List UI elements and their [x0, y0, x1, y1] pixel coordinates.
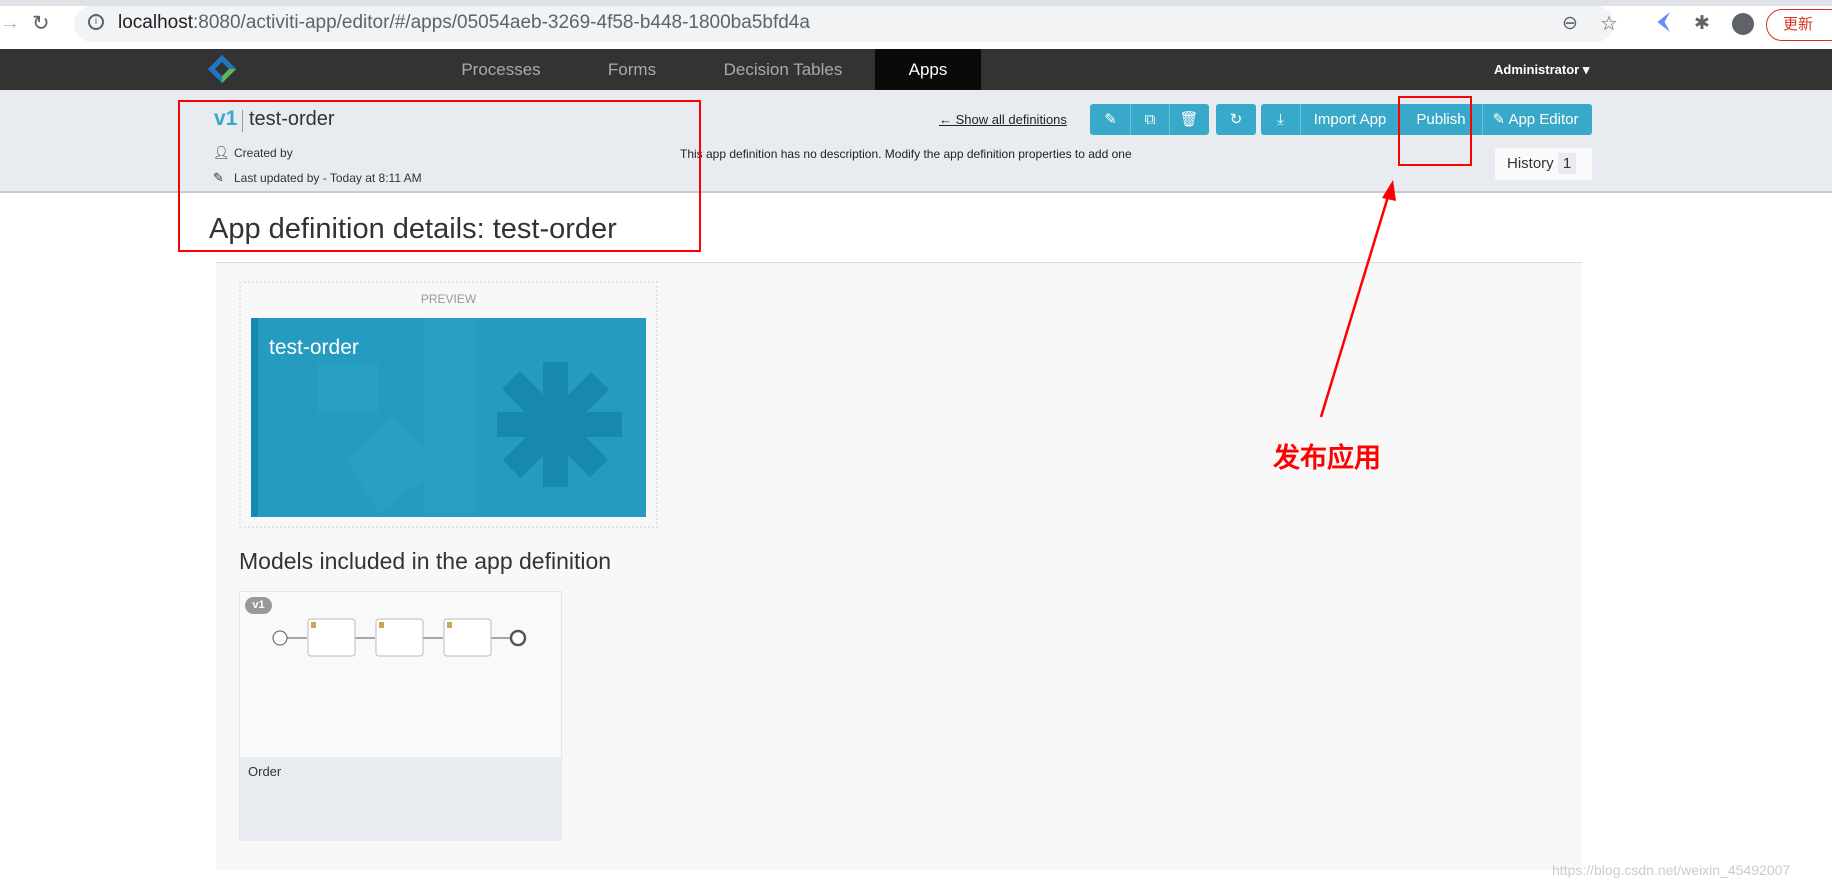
annotation-highlight-publish: [1398, 96, 1472, 166]
annotation-highlight-header: [178, 100, 701, 252]
url-host: localhost: [118, 12, 193, 33]
app-editor-button[interactable]: ✎ App Editor: [1483, 104, 1588, 135]
history-count: 1: [1557, 153, 1577, 174]
delete-button[interactable]: 🗑︎: [1170, 104, 1208, 135]
tab-apps[interactable]: Apps: [875, 49, 981, 90]
tile-name: test-order: [269, 336, 359, 359]
process-diagram-thumbnail: [272, 618, 527, 657]
user-task-icon: [379, 622, 384, 628]
import-app-button[interactable]: Import App: [1301, 104, 1400, 135]
edit-square-icon: ✎: [1492, 111, 1509, 128]
watermark: https://blog.csdn.net/weixin_45492007: [1552, 862, 1791, 878]
app-editor-label: App Editor: [1508, 111, 1579, 128]
model-card[interactable]: v1 Order: [239, 591, 562, 841]
share-icon: ↻: [1229, 111, 1243, 128]
annotation-arrow-icon: [1319, 180, 1396, 418]
tab-processes[interactable]: Processes: [450, 49, 552, 90]
url-path: :8080/activiti-app/editor/#/apps/05054ae…: [193, 12, 810, 33]
user-name: Administrator: [1494, 62, 1580, 77]
forward-icon[interactable]: →: [0, 12, 20, 35]
reload-icon[interactable]: ↻: [32, 11, 50, 36]
user-task-icon: [311, 622, 316, 628]
history-button[interactable]: History 1: [1495, 148, 1592, 180]
end-event: [509, 629, 527, 647]
zoom-icon[interactable]: ⊖: [1562, 12, 1578, 35]
model-name: Order: [248, 764, 282, 779]
puzzle-icon[interactable]: ✱: [1694, 12, 1710, 35]
edit-button[interactable]: ✎: [1091, 104, 1131, 135]
app-tile[interactable]: test-order: [251, 318, 646, 517]
tab-decision-tables[interactable]: Decision Tables: [714, 49, 852, 90]
edit-actions-group: ✎ ⧉ 🗑︎: [1090, 104, 1209, 135]
update-label: 更新: [1783, 16, 1814, 33]
show-all-definitions-link[interactable]: ← Show all definitions: [939, 112, 1067, 127]
update-button[interactable]: 更新: [1766, 9, 1832, 41]
star-icon[interactable]: ☆: [1600, 11, 1618, 36]
history-label: History: [1507, 155, 1554, 172]
start-event: [272, 630, 288, 646]
chevron-down-icon: ▾: [1582, 62, 1590, 77]
copy-button[interactable]: ⧉: [1131, 104, 1170, 135]
export-button[interactable]: ↻: [1216, 104, 1256, 135]
model-card-footer: Order: [240, 757, 561, 841]
models-heading: Models included in the app definition: [239, 548, 612, 574]
info-icon[interactable]: i: [88, 14, 104, 30]
preview-label: PREVIEW: [420, 292, 477, 306]
user-menu[interactable]: Administrator ▾: [1494, 49, 1589, 90]
tab-forms[interactable]: Forms: [590, 49, 674, 90]
app-description: This app definition has no description. …: [680, 147, 1132, 161]
url-text[interactable]: localhost:8080/activiti-app/editor/#/app…: [118, 12, 810, 34]
user-task-icon: [447, 622, 452, 628]
profile-icon[interactable]: [1732, 13, 1754, 35]
download-button[interactable]: ⤓: [1261, 104, 1301, 135]
annotation-text: 发布应用: [1273, 443, 1381, 473]
